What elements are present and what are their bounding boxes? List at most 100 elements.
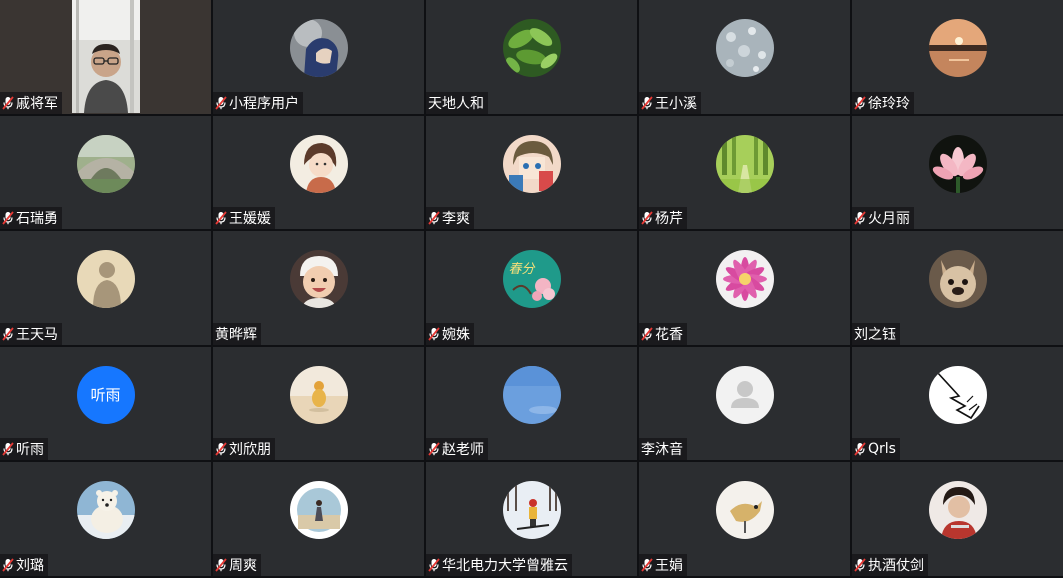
participant-nameplate: 戚将军 — [0, 91, 62, 114]
participant-name: Qrls — [868, 441, 896, 458]
muted-mic-icon — [641, 211, 653, 225]
participant-nameplate: 听雨 — [0, 438, 48, 461]
avatar — [928, 134, 987, 193]
avatar — [715, 250, 774, 309]
avatar — [76, 481, 135, 540]
participant-name: 王媛媛 — [229, 211, 271, 228]
participant-name: 花香 — [655, 326, 683, 343]
participant-tile[interactable]: 花香 — [639, 231, 850, 345]
participant-name: 杨芹 — [655, 211, 683, 228]
participant-tile[interactable]: 王天马 — [0, 231, 211, 345]
participant-tile[interactable]: 李爽 — [426, 115, 637, 230]
muted-mic-icon — [215, 442, 227, 456]
participant-tile[interactable]: 听雨 听雨 — [0, 346, 211, 461]
participant-name: 王小溪 — [655, 95, 697, 112]
participant-name: 赵老师 — [442, 442, 484, 459]
participant-nameplate: 李沐音 — [639, 438, 687, 461]
participant-name: 小程序用户 — [229, 95, 299, 112]
participant-tile[interactable]: Qrls — [852, 346, 1063, 461]
participant-nameplate: 王天马 — [0, 322, 62, 345]
participant-tile[interactable]: 王小溪 — [639, 0, 850, 114]
participant-nameplate: 王小溪 — [639, 91, 701, 114]
muted-mic-icon — [854, 96, 866, 110]
participant-name: 戚将军 — [16, 95, 58, 112]
participant-name: 周爽 — [229, 557, 257, 574]
participant-tile[interactable]: 春分婉姝 — [426, 231, 637, 345]
participant-name: 王娟 — [655, 557, 683, 574]
participant-nameplate: 婉姝 — [426, 322, 474, 345]
participant-tile[interactable]: 李沐音 — [639, 346, 850, 461]
avatar — [928, 250, 987, 309]
participant-tile[interactable]: 周爽 — [213, 462, 424, 576]
participant-tile[interactable]: 杨芹 — [639, 115, 850, 230]
muted-mic-icon — [854, 211, 866, 225]
participant-tile[interactable]: 火月丽 — [852, 115, 1063, 230]
participant-name: 刘之钰 — [854, 326, 896, 343]
participant-name: 李沐音 — [641, 442, 683, 459]
avatar — [928, 365, 987, 424]
participant-tile[interactable]: 黄晔辉 — [213, 231, 424, 345]
avatar — [289, 19, 348, 77]
muted-mic-icon — [428, 211, 440, 225]
participant-name: 徐玲玲 — [868, 95, 910, 112]
muted-mic-icon — [428, 442, 440, 456]
participant-nameplate: 赵老师 — [426, 438, 488, 461]
participant-tile[interactable]: 刘之钰 — [852, 231, 1063, 345]
participant-tile[interactable]: 徐玲玲 — [852, 0, 1063, 114]
participant-nameplate: Qrls — [852, 438, 900, 461]
avatar — [715, 19, 774, 77]
avatar — [502, 365, 561, 424]
participant-tile[interactable]: 华北电力大学曾雅云 — [426, 462, 637, 576]
participant-tile[interactable]: 执酒仗剑 — [852, 462, 1063, 576]
avatar — [715, 365, 774, 424]
participant-tile[interactable]: 刘欣朋 — [213, 346, 424, 461]
participant-tile[interactable]: 王媛媛 — [213, 115, 424, 230]
participant-tile[interactable]: 小程序用户 — [213, 0, 424, 114]
participant-tile[interactable]: 戚将军 — [0, 0, 211, 114]
participant-name: 刘璐 — [16, 557, 44, 574]
participant-name: 听雨 — [16, 442, 44, 459]
participant-grid: 戚将军 小程序用户 天地人和 王小溪 徐玲玲 石瑞勇 王媛媛 李爽 杨芹 火月丽 王天马 黄晔辉 春分婉… — [0, 0, 1063, 578]
avatar — [928, 19, 987, 77]
participant-name: 天地人和 — [428, 95, 484, 112]
participant-nameplate: 小程序用户 — [213, 91, 303, 114]
muted-mic-icon — [2, 211, 14, 225]
avatar: 听雨 — [76, 365, 135, 424]
participant-tile[interactable]: 石瑞勇 — [0, 115, 211, 230]
participant-nameplate: 周爽 — [213, 553, 261, 576]
participant-name: 火月丽 — [868, 211, 910, 228]
participant-tile[interactable]: 王娟 — [639, 462, 850, 576]
avatar — [502, 19, 561, 77]
avatar — [502, 481, 561, 540]
participant-nameplate: 杨芹 — [639, 207, 687, 230]
participant-name: 李爽 — [442, 211, 470, 228]
avatar — [76, 134, 135, 193]
participant-nameplate: 华北电力大学曾雅云 — [426, 553, 572, 576]
avatar — [715, 481, 774, 540]
avatar — [289, 250, 348, 309]
muted-mic-icon — [215, 558, 227, 572]
participant-nameplate: 王娟 — [639, 553, 687, 576]
muted-mic-icon — [641, 558, 653, 572]
muted-mic-icon — [215, 96, 227, 110]
participant-tile[interactable]: 天地人和 — [426, 0, 637, 114]
participant-name: 王天马 — [16, 326, 58, 343]
participant-nameplate: 刘璐 — [0, 553, 48, 576]
participant-name: 婉姝 — [442, 326, 470, 343]
avatar — [289, 365, 348, 424]
muted-mic-icon — [2, 96, 14, 110]
participant-nameplate: 王媛媛 — [213, 207, 275, 230]
avatar: 春分 — [502, 250, 561, 309]
participant-nameplate: 徐玲玲 — [852, 91, 914, 114]
muted-mic-icon — [2, 327, 14, 341]
participant-name: 执酒仗剑 — [868, 557, 924, 574]
avatar — [502, 134, 561, 193]
avatar — [76, 250, 135, 309]
participant-name: 华北电力大学曾雅云 — [442, 557, 568, 574]
participant-tile[interactable]: 赵老师 — [426, 346, 637, 461]
participant-nameplate: 石瑞勇 — [0, 207, 62, 230]
participant-nameplate: 花香 — [639, 322, 687, 345]
participant-name: 刘欣朋 — [229, 442, 271, 459]
avatar — [289, 481, 348, 540]
participant-tile[interactable]: 刘璐 — [0, 462, 211, 576]
